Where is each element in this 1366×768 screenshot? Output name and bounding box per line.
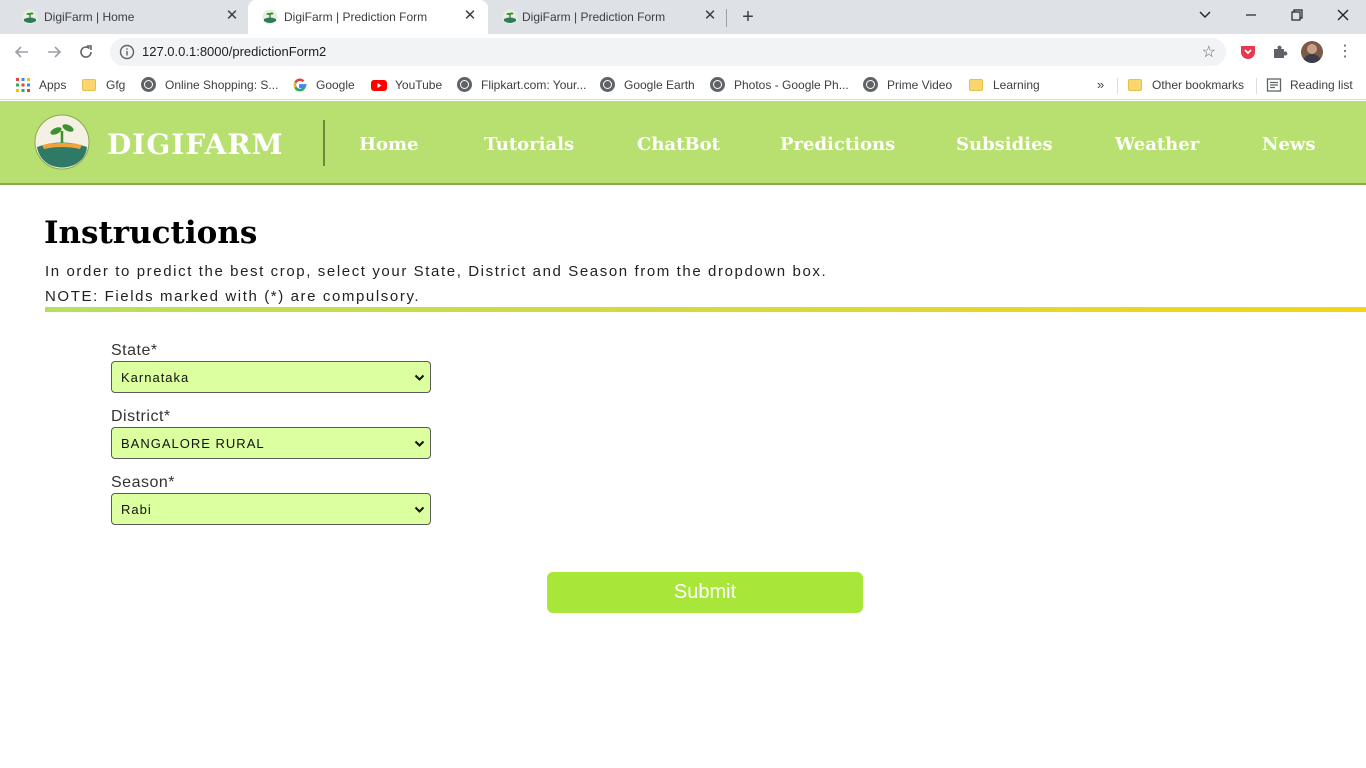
back-arrow-icon[interactable] (11, 41, 33, 63)
folder-icon (1128, 77, 1144, 93)
globe-icon (600, 77, 616, 93)
bookmark-google-earth[interactable]: Google Earth (600, 77, 695, 93)
digifarm-favicon-icon (262, 9, 278, 25)
browser-menu-icon[interactable]: ⋮ (1334, 41, 1356, 63)
season-label: Season* (111, 474, 175, 491)
state-select[interactable]: Karnataka (111, 361, 431, 393)
nav-news[interactable]: News (1262, 134, 1316, 155)
bookmark-label: Gfg (106, 78, 126, 92)
nav-predictions[interactable]: Predictions (780, 134, 895, 155)
tab-title: DigiFarm | Home (44, 10, 135, 24)
bookmark-label: Google (316, 78, 355, 92)
digifarm-favicon-icon (502, 9, 518, 25)
chevron-down-icon (414, 440, 425, 447)
digifarm-favicon-icon (22, 9, 38, 25)
bookmark-label: Prime Video (887, 78, 953, 92)
globe-icon (457, 77, 473, 93)
bookmark-separator (1256, 78, 1257, 94)
bookmark-google[interactable]: Google (292, 77, 355, 93)
instructions-text: In order to predict the best crop, selec… (45, 263, 828, 280)
state-label: State* (111, 342, 158, 359)
close-tab-icon[interactable]: ✕ (462, 8, 478, 24)
bookmark-separator (1117, 78, 1118, 94)
season-selected-value: Rabi (121, 502, 152, 517)
globe-icon (863, 77, 879, 93)
address-bar[interactable]: 127.0.0.1:8000/predictionForm2 ☆ (110, 38, 1226, 66)
minimize-window-button[interactable] (1239, 5, 1263, 25)
chevron-down-icon (414, 374, 425, 381)
instructions-heading: Instructions (44, 215, 258, 251)
submit-button[interactable]: Submit (547, 572, 863, 613)
digifarm-logo-icon[interactable] (34, 114, 90, 170)
bookmark-label: Learning (993, 78, 1040, 92)
season-select[interactable]: Rabi (111, 493, 431, 525)
nav-chatbot[interactable]: ChatBot (637, 134, 720, 155)
instructions-note: NOTE: Fields marked with (*) are compuls… (45, 288, 421, 305)
bookmark-label: YouTube (395, 78, 443, 92)
browser-tab-prediction-form[interactable]: DigiFarm | Prediction Form ✕ (488, 0, 728, 34)
bookmark-apps[interactable]: Apps (15, 77, 66, 93)
tab-search-chevron-icon[interactable] (1193, 5, 1217, 25)
new-tab-button[interactable]: + (737, 6, 759, 28)
state-selected-value: Karnataka (121, 370, 190, 385)
bookmark-online-shopping[interactable]: Online Shopping: S... (141, 77, 278, 93)
browser-tab-home[interactable]: DigiFarm | Home ✕ (8, 0, 248, 34)
bookmark-label: Reading list (1290, 78, 1353, 92)
bookmarks-overflow-chevron-icon[interactable]: » (1097, 77, 1104, 92)
reading-list-icon (1266, 78, 1282, 92)
nav-tutorials[interactable]: Tutorials (484, 134, 574, 155)
bookmark-gfg[interactable]: Gfg (82, 77, 125, 93)
bookmarks-bar: Apps Gfg Online Shopping: S... Google Yo… (0, 70, 1366, 100)
section-divider-bar (45, 307, 1366, 312)
district-label: District* (111, 408, 171, 425)
close-window-button[interactable] (1331, 5, 1355, 25)
bookmark-label: Online Shopping: S... (165, 78, 279, 92)
reload-icon[interactable] (75, 41, 97, 63)
url-text: 127.0.0.1:8000/predictionForm2 (142, 44, 327, 59)
bookmark-star-icon[interactable]: ☆ (1202, 42, 1216, 62)
tab-title: DigiFarm | Prediction Form (522, 10, 666, 24)
forward-arrow-icon[interactable] (43, 41, 65, 63)
extensions-puzzle-icon[interactable] (1271, 43, 1289, 61)
browser-tab-prediction-form-active[interactable]: DigiFarm | Prediction Form ✕ (248, 0, 488, 34)
bookmark-label: Other bookmarks (1152, 78, 1245, 92)
nav-home[interactable]: Home (359, 134, 419, 155)
tab-title: DigiFarm | Prediction Form (284, 10, 428, 24)
browser-tab-strip: DigiFarm | Home ✕ DigiFarm | Prediction … (0, 0, 1366, 34)
site-info-icon[interactable] (119, 44, 135, 60)
profile-avatar[interactable] (1301, 41, 1323, 63)
nav-subsidies[interactable]: Subsidies (956, 134, 1053, 155)
google-icon (293, 78, 307, 92)
globe-icon (141, 77, 157, 93)
bookmark-label: Flipkart.com: Your... (481, 78, 587, 92)
bookmark-prime-video[interactable]: Prime Video (863, 77, 952, 93)
reading-list-button[interactable]: Reading list (1266, 77, 1353, 93)
folder-icon (82, 77, 98, 93)
site-header: DIGIFARM Home Tutorials ChatBot Predicti… (0, 101, 1366, 185)
bookmark-google-photos[interactable]: Photos - Google Ph... (710, 77, 849, 93)
close-tab-icon[interactable]: ✕ (702, 8, 718, 24)
browser-toolbar: 127.0.0.1:8000/predictionForm2 ☆ ⋮ (0, 34, 1366, 70)
district-select[interactable]: BANGALORE RURAL (111, 427, 431, 459)
restore-window-button[interactable] (1285, 5, 1309, 25)
bookmark-label: Apps (39, 78, 67, 92)
header-divider (323, 120, 325, 166)
chevron-down-icon (414, 506, 425, 513)
district-selected-value: BANGALORE RURAL (121, 436, 265, 451)
nav-weather[interactable]: Weather (1115, 134, 1199, 155)
pocket-extension-icon[interactable] (1239, 43, 1257, 61)
close-tab-icon[interactable]: ✕ (224, 8, 240, 24)
bookmark-label: Photos - Google Ph... (734, 78, 849, 92)
bookmark-other-bookmarks[interactable]: Other bookmarks (1128, 77, 1244, 93)
tab-separator (726, 9, 727, 27)
globe-icon (710, 77, 726, 93)
apps-grid-icon (16, 78, 30, 92)
bookmark-flipkart[interactable]: Flipkart.com: Your... (457, 77, 586, 93)
site-brand[interactable]: DIGIFARM (107, 128, 284, 161)
bookmark-label: Google Earth (624, 78, 695, 92)
bookmark-youtube[interactable]: YouTube (371, 77, 442, 93)
youtube-icon (371, 80, 387, 91)
folder-icon (969, 77, 985, 93)
bookmark-learning[interactable]: Learning (969, 77, 1040, 93)
